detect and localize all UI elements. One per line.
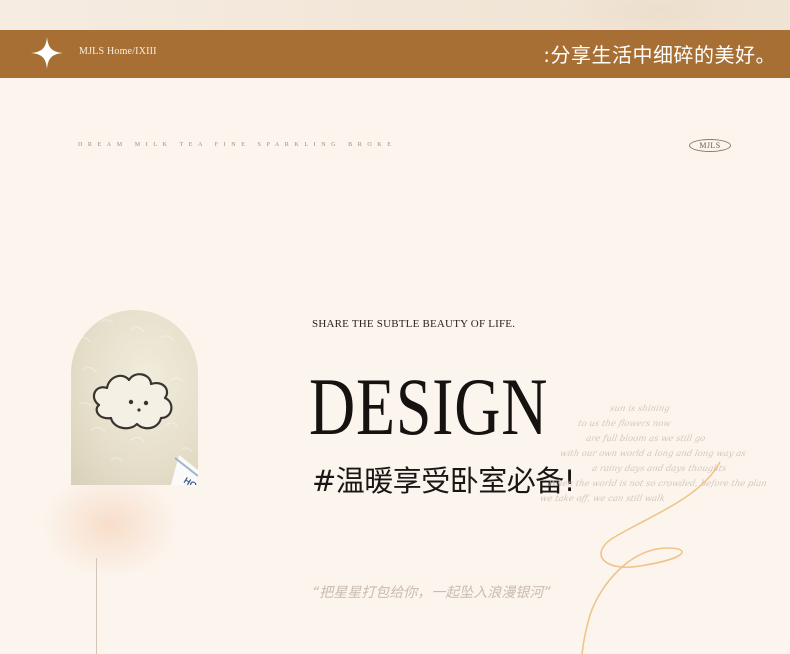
decorative-swirl-line [581,461,721,654]
closing-quote: “把星星打包给你，一起坠入浪漫银河” [312,585,551,601]
vertical-divider [96,558,97,654]
